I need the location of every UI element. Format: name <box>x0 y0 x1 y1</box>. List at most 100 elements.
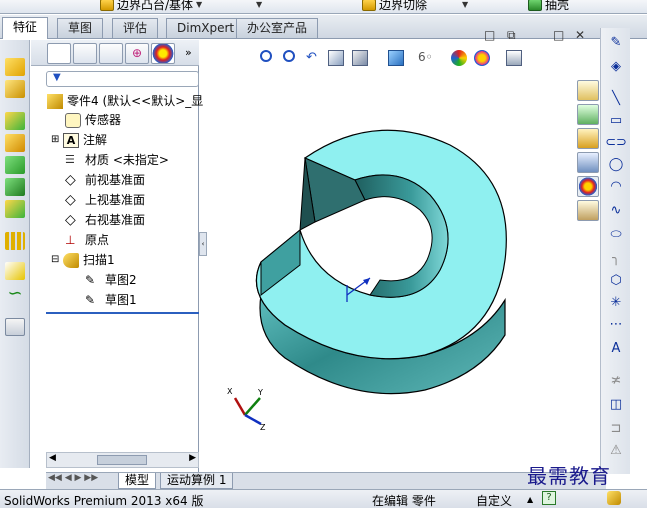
convert-entities-icon[interactable]: ◫ <box>607 396 625 412</box>
smart-dimension-icon[interactable]: ◈ <box>607 58 625 74</box>
zoom-to-area-icon[interactable] <box>283 50 295 62</box>
curves-icon[interactable]: ∽ <box>5 285 25 304</box>
tree-item-sweep1[interactable]: ⊟ 扫描1 <box>51 251 115 269</box>
dropdown-arrow[interactable]: ▼ <box>256 0 262 12</box>
file-explorer-icon[interactable] <box>577 128 599 149</box>
triad-z-label: Z <box>260 423 266 432</box>
rectangle-icon[interactable]: ▭ <box>607 112 625 128</box>
view-palette-icon[interactable] <box>577 152 599 173</box>
boundary-cut-button[interactable]: 边界切除 <box>362 0 427 12</box>
tree-item-origin[interactable]: ⊥ 原点 <box>65 231 109 249</box>
tree-item-right-plane[interactable]: ◇ 右视基准面 <box>65 211 145 229</box>
collapse-minus-icon[interactable]: ⊟ <box>51 251 63 269</box>
apply-scene-icon[interactable] <box>474 50 490 66</box>
mirror-icon[interactable]: ⚠ <box>607 442 625 458</box>
status-units[interactable]: 自定义 <box>476 492 512 508</box>
expand-plus-icon[interactable]: ⊞ <box>51 131 63 149</box>
text-icon[interactable]: A <box>607 340 625 356</box>
dimxpertmanager-tab-icon[interactable]: ⊕ <box>125 43 149 64</box>
trim-icon[interactable]: ≭ <box>607 372 625 388</box>
tab-motion-study[interactable]: 运动算例 1 <box>160 473 234 489</box>
point-icon[interactable]: ✳ <box>607 294 625 310</box>
restore-window-icon[interactable]: □ <box>484 28 495 42</box>
centerline-icon[interactable]: ⋯ <box>607 316 625 332</box>
scroll-left-icon[interactable]: ◀ <box>49 453 56 463</box>
featuremanager-tab-icon[interactable] <box>47 43 71 64</box>
close-window-icon[interactable]: ✕ <box>575 28 585 42</box>
tab-scroll-icons[interactable]: ◀◀ ◀ ▶ ▶▶ <box>48 473 98 483</box>
shell-button[interactable]: 抽壳 <box>528 0 569 12</box>
tree-root-part[interactable]: 零件4 (默认<<默认>_显 <box>47 92 203 110</box>
tile-window-icon[interactable]: ⧉ <box>507 28 516 43</box>
edit-appearance-icon[interactable] <box>451 50 467 66</box>
spline-icon[interactable]: ∿ <box>607 202 625 218</box>
revolved-cut-icon[interactable] <box>5 178 25 196</box>
section-view-icon[interactable] <box>328 50 344 66</box>
display-style-icon[interactable] <box>388 50 404 66</box>
extruded-cut-icon[interactable] <box>5 156 25 174</box>
appearances-icon[interactable] <box>577 176 599 197</box>
displaymanager-tab-icon[interactable] <box>151 43 175 64</box>
tree-item-sketch2[interactable]: ✎ 草图2 <box>85 271 137 289</box>
view-orientation-icon[interactable] <box>352 50 368 66</box>
tab-evaluate[interactable]: 评估 <box>112 18 159 38</box>
tab-office-products[interactable]: 办公室产品 <box>236 18 319 38</box>
ellipse-icon[interactable]: ⬭ <box>607 226 625 242</box>
rollback-bar[interactable] <box>46 312 199 314</box>
tree-item-top-plane[interactable]: ◇ 上视基准面 <box>65 191 145 209</box>
dropdown-arrow-2[interactable]: ▼ <box>462 0 468 12</box>
chevron-down-icon: ▼ <box>196 0 203 9</box>
instant3d-icon[interactable] <box>5 318 25 336</box>
sweep-feature-icon <box>63 252 79 268</box>
linear-pattern-icon[interactable] <box>5 232 25 250</box>
custom-properties-icon[interactable] <box>577 200 599 221</box>
filter-input[interactable]: ▼ <box>46 71 199 87</box>
solidworks-resources-icon[interactable] <box>577 80 599 101</box>
tree-item-sketch1[interactable]: ✎ 草图1 <box>85 291 137 309</box>
extruded-boss-icon[interactable] <box>5 58 25 76</box>
swept-boss-icon[interactable] <box>5 112 25 130</box>
tree-item-material[interactable]: ☰ 材质 <未指定> <box>65 151 169 169</box>
units-dropdown-icon[interactable]: ▲ <box>527 495 533 504</box>
graphics-area[interactable]: X Y Z <box>205 40 600 470</box>
hide-show-items-icon[interactable]: 6◦ <box>418 50 434 66</box>
circle-icon[interactable]: ◯ <box>607 156 625 172</box>
reference-geometry-icon[interactable] <box>5 262 25 280</box>
tree-item-sensors[interactable]: 传感器 <box>65 111 121 129</box>
line-icon[interactable]: ╲ <box>607 90 625 106</box>
zoom-to-fit-icon[interactable] <box>260 50 272 62</box>
rebuild-icon[interactable] <box>607 491 621 505</box>
more-tabs-icon[interactable]: » <box>185 46 192 59</box>
design-library-icon[interactable] <box>577 104 599 125</box>
tab-sketch[interactable]: 草图 <box>57 18 104 38</box>
fillet-icon[interactable]: ╮ <box>607 250 625 266</box>
hole-wizard-icon[interactable] <box>5 200 25 218</box>
tree-item-annotations[interactable]: ⊞ A 注解 <box>51 131 107 149</box>
sketch-icon[interactable]: ✎ <box>607 34 625 50</box>
scroll-thumb[interactable] <box>97 455 147 465</box>
previous-view-icon[interactable]: ↶ <box>306 50 322 66</box>
tab-dimxpert[interactable]: DimXpert <box>166 18 246 38</box>
scroll-right-icon[interactable]: ▶ <box>189 453 196 463</box>
maximize-window-icon[interactable]: □ <box>553 28 564 42</box>
plane-icon: ◇ <box>65 171 76 188</box>
help-icon[interactable]: ? <box>542 491 556 505</box>
configurationmanager-tab-icon[interactable] <box>99 43 123 64</box>
propertymanager-tab-icon[interactable] <box>73 43 97 64</box>
arc-icon[interactable]: ◠ <box>607 178 625 194</box>
coordinate-triad[interactable]: X Y Z <box>227 387 266 432</box>
view-settings-icon[interactable] <box>506 50 522 66</box>
filter-icon: ▼ <box>53 72 61 83</box>
boundary-boss-button[interactable]: 边界凸台/基体 ▼ <box>100 0 202 12</box>
tree-item-front-plane[interactable]: ◇ 前视基准面 <box>65 171 145 189</box>
task-pane-tabs <box>576 80 600 230</box>
polygon-icon[interactable]: ⬡ <box>607 272 625 288</box>
triad-y-label: Y <box>257 388 263 397</box>
lofted-boss-icon[interactable] <box>5 134 25 152</box>
tab-model[interactable]: 模型 <box>118 473 157 489</box>
slot-icon[interactable]: ⊂⊃ <box>605 134 627 150</box>
horizontal-scrollbar[interactable]: ◀ ▶ <box>46 452 199 468</box>
revolved-boss-icon[interactable] <box>5 80 25 98</box>
offset-icon[interactable]: ⊐ <box>607 420 625 436</box>
tab-features[interactable]: 特征 <box>2 17 49 39</box>
